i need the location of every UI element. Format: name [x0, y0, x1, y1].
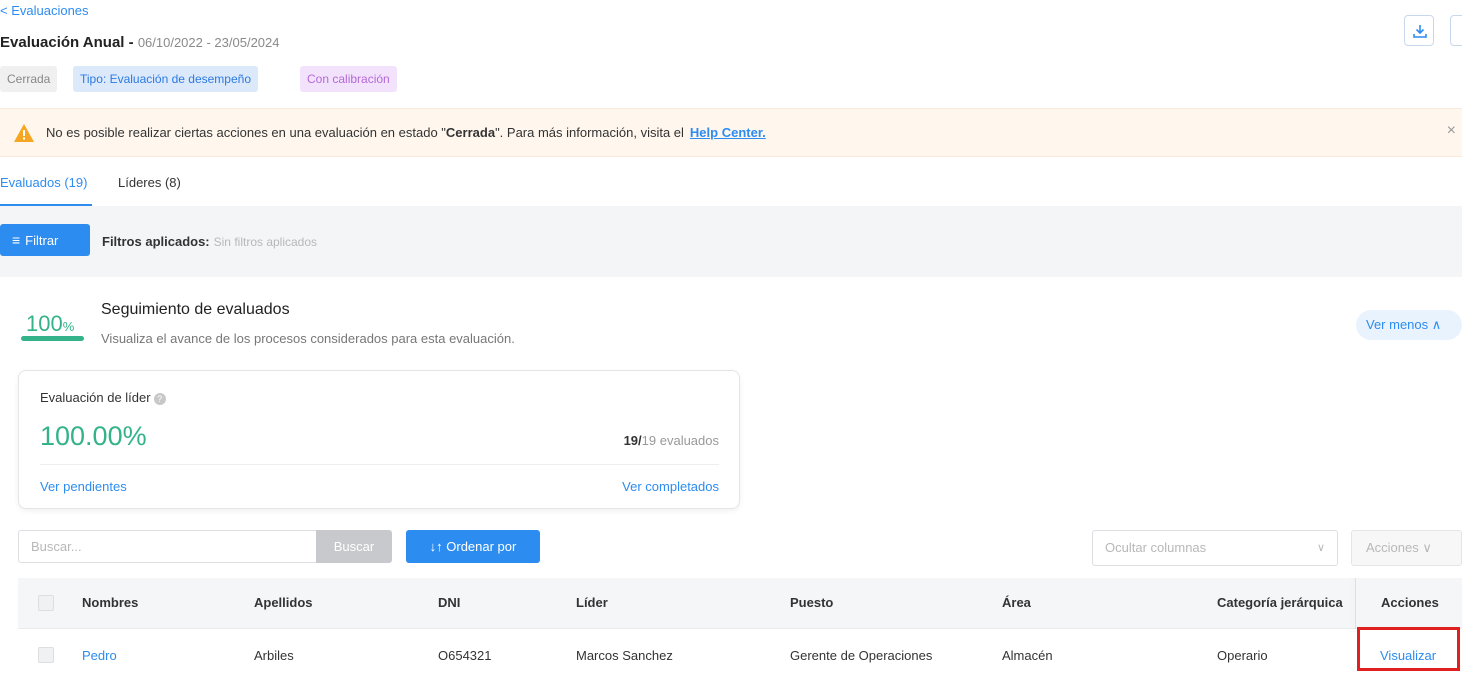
card-percent: 100.00% [40, 421, 147, 451]
header-apellidos[interactable]: Apellidos [254, 595, 313, 610]
help-center-link[interactable]: Help Center. [690, 125, 766, 140]
more-icon [1458, 23, 1462, 39]
header-acciones: Acciones [1381, 595, 1439, 610]
filter-bar: ≡ Filtrar Filtros aplicados: Sin filtros a… [0, 206, 1462, 277]
ver-completados-link[interactable]: Ver completados [622, 479, 719, 494]
applied-filters: Filtros aplicados: Sin filtros aplicados [102, 234, 318, 249]
actions-dropdown[interactable]: Acciones ∨ [1351, 530, 1462, 566]
cell-puesto: Gerente de Operaciones [790, 648, 933, 663]
card-count: 19/19 evaluados [623, 433, 719, 448]
type-badge: Tipo: Evaluación de desempeño [73, 66, 258, 92]
filter-icon: ≡ [12, 232, 21, 248]
download-icon [1413, 25, 1427, 38]
header-nombres[interactable]: Nombres [82, 595, 138, 610]
select-all-checkbox[interactable] [38, 595, 54, 611]
warning-icon [14, 124, 34, 142]
column-separator [1355, 578, 1356, 629]
tracking-subtitle: Visualiza el avance de los procesos cons… [101, 331, 515, 346]
cell-nombres[interactable]: Pedro [82, 648, 117, 663]
chevron-down-icon: ∨ [1316, 542, 1325, 554]
table-row: Pedro Arbiles O654321 Marcos Sanchez Ger… [18, 629, 1462, 676]
closed-evaluation-alert: No es posible realizar ciertas acciones … [0, 108, 1462, 157]
calibration-badge: Con calibración [300, 66, 397, 92]
leader-evaluation-card: Evaluación de líder? 100.00% 19/19 evalu… [18, 370, 740, 509]
back-to-evaluations-link[interactable]: < Evaluaciones [0, 3, 89, 18]
cell-apellidos: Arbiles [254, 648, 294, 663]
tracking-title: Seguimiento de evaluados [101, 301, 290, 318]
ver-menos-button[interactable]: Ver menos ∧ [1356, 310, 1462, 340]
hide-columns-select[interactable]: Ocultar columnas ∨ [1092, 530, 1338, 566]
cell-categoria: Operario [1217, 648, 1268, 663]
more-options-button[interactable] [1450, 15, 1462, 46]
header-categoria[interactable]: Categoría jerárquica [1217, 595, 1343, 610]
highlight-box [1357, 627, 1460, 671]
status-badge: Cerrada [0, 66, 58, 92]
page-title: Evaluación Anual - 06/10/2022 - 23/05/20… [0, 34, 280, 51]
search-input[interactable] [18, 530, 316, 563]
tab-evaluados[interactable]: Evaluados (19) [0, 175, 87, 190]
download-button[interactable] [1404, 15, 1434, 46]
tab-lideres[interactable]: Líderes (8) [118, 175, 181, 190]
filter-button[interactable]: ≡ Filtrar [0, 224, 90, 256]
header-lider[interactable]: Líder [576, 595, 608, 610]
overall-progress-percent: 100% [26, 311, 75, 336]
ver-pendientes-link[interactable]: Ver pendientes [40, 479, 127, 494]
sort-button[interactable]: ↓↑ Ordenar por [406, 530, 540, 563]
cell-lider: Marcos Sanchez [576, 648, 673, 663]
evaluation-title: Evaluación Anual - [0, 34, 134, 51]
alert-message: No es posible realizar ciertas acciones … [46, 125, 766, 140]
help-icon[interactable]: ? [153, 393, 166, 405]
header-area[interactable]: Área [1002, 595, 1031, 610]
table-header: Nombres Apellidos DNI Líder Puesto Área … [18, 578, 1462, 629]
card-title: Evaluación de líder? [40, 390, 166, 405]
close-alert-icon[interactable]: × [1447, 122, 1456, 140]
header-puesto[interactable]: Puesto [790, 595, 833, 610]
card-divider [40, 464, 719, 465]
cell-dni: O654321 [438, 648, 492, 663]
header-dni[interactable]: DNI [438, 595, 460, 610]
cell-area: Almacén [1002, 648, 1053, 663]
search-button[interactable]: Buscar [316, 530, 392, 563]
row-checkbox[interactable] [38, 647, 54, 663]
evaluation-date-range: 06/10/2022 - 23/05/2024 [137, 35, 280, 50]
overall-progress-bar [21, 336, 84, 341]
